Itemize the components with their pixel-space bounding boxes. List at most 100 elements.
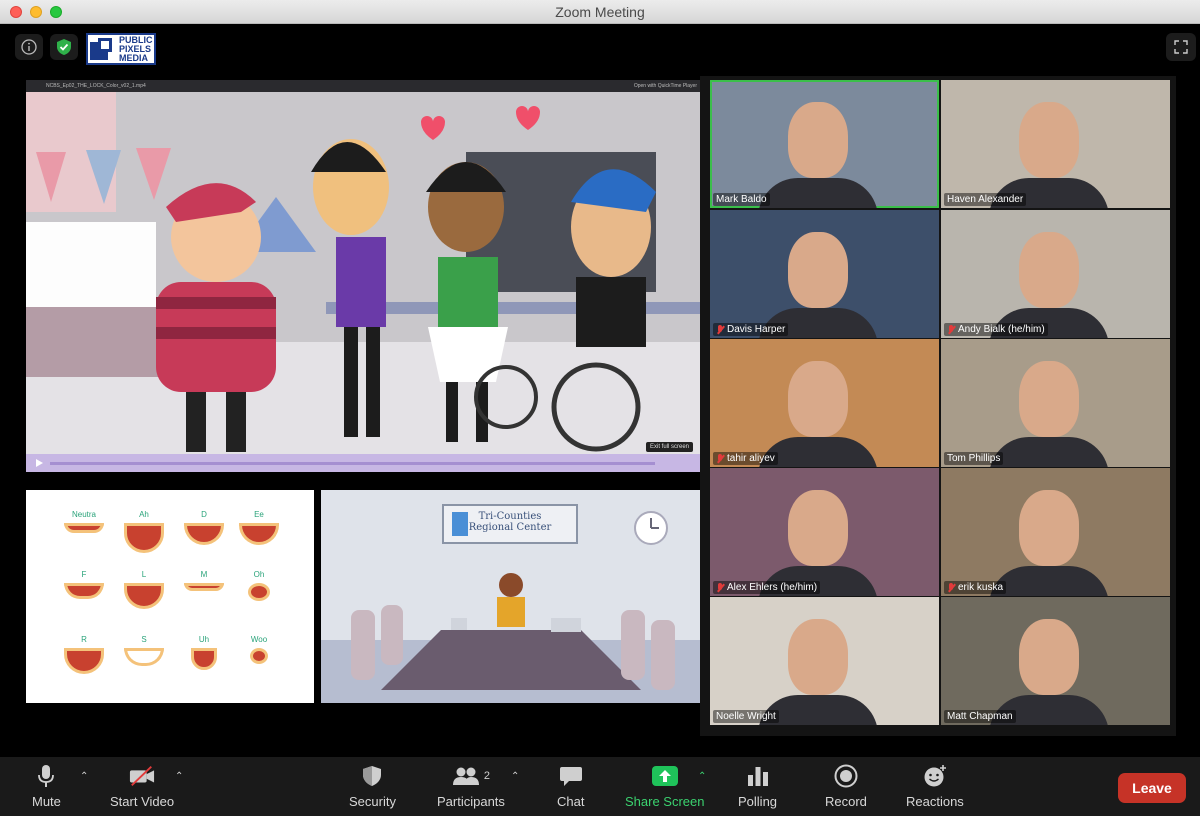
participant-video-face (1019, 102, 1079, 178)
participants-button[interactable]: 2 Participants (437, 763, 505, 809)
video-off-icon (129, 763, 155, 789)
mute-options-caret-icon[interactable]: ⌃ (80, 771, 88, 782)
mouth-uh: Uh (176, 635, 232, 670)
participant-tile[interactable]: tahir aliyev (710, 339, 939, 467)
participant-tile[interactable]: Tom Phillips (941, 339, 1170, 467)
company-logo: PUBLIC PIXELS MEDIA (86, 33, 156, 65)
record-icon (833, 763, 859, 789)
participant-video-face (1019, 232, 1079, 308)
security-button[interactable]: Security (349, 763, 396, 809)
participant-video-body (989, 566, 1109, 596)
participant-name-label: Tom Phillips (944, 452, 1004, 465)
participant-tile[interactable]: Davis Harper (710, 210, 939, 338)
participant-video-face (788, 361, 848, 437)
mouth-woo: Woo (231, 635, 287, 664)
participant-name-label: Alex Ehlers (he/him) (713, 581, 821, 594)
participant-name-label: erik kuska (944, 581, 1007, 594)
chat-bubble-icon (558, 763, 584, 789)
mouth-ah: Ah (116, 510, 172, 553)
muted-microphone-icon (716, 582, 724, 593)
participant-name-label: Andy Bialk (he/him) (944, 323, 1048, 336)
participant-name-label: Noelle Wright (713, 710, 779, 723)
start-video-button[interactable]: Start Video (110, 763, 174, 809)
participant-tile[interactable]: Mark Baldo (710, 80, 939, 208)
boardroom-scene: Tri-Counties Regional Center (321, 490, 700, 703)
participant-name-label: Matt Chapman (944, 710, 1016, 723)
participant-tile[interactable]: erik kuska (941, 468, 1170, 596)
shared-video-player[interactable]: NCBS_Ep02_THE_LOCK_Color_v02_1.mp4 Open … (26, 80, 701, 472)
chat-button[interactable]: Chat (557, 763, 584, 809)
muted-microphone-icon (947, 582, 955, 593)
participant-video-body (989, 437, 1109, 467)
mouth-m: M (176, 570, 232, 591)
mouth-oh: Oh (231, 570, 287, 601)
logo-mark-icon (90, 36, 116, 62)
participant-video-face (1019, 490, 1079, 566)
participants-count-badge: 2 (483, 770, 491, 782)
participant-video-body (758, 178, 878, 208)
participants-options-caret-icon[interactable]: ⌃ (511, 771, 519, 782)
share-screen-arrow-icon (651, 763, 678, 789)
record-button[interactable]: Record (825, 763, 867, 809)
participant-name: erik kuska (958, 582, 1004, 593)
participant-gallery: Mark Baldo Haven Alexander Davis Harper And… (700, 76, 1176, 736)
meeting-toolbar: Mute ⌃ Start Video ⌃ Security 2 Particip… (0, 757, 1200, 816)
participant-name: Andy Bialk (he/him) (958, 324, 1045, 335)
mouth-r: R (56, 635, 112, 674)
participant-video-face (788, 102, 848, 178)
open-with-quicktime-link[interactable]: Open with QuickTime Player (634, 83, 697, 89)
mute-button[interactable]: Mute (32, 763, 61, 809)
participant-name-label: Haven Alexander (944, 193, 1027, 206)
participant-tile[interactable]: Noelle Wright (710, 597, 939, 725)
mouth-l: L (116, 570, 172, 609)
polling-button[interactable]: Polling (738, 763, 777, 809)
participant-tile[interactable]: Alex Ehlers (he/him) (710, 468, 939, 596)
reactions-smiley-icon (922, 763, 948, 789)
meeting-info-icon[interactable] (15, 34, 43, 60)
mouth-f: F (56, 570, 112, 599)
mouth-neutra: Neutra (56, 510, 112, 533)
participant-name: Mark Baldo (716, 194, 767, 205)
participant-name: Tom Phillips (947, 453, 1001, 464)
boardroom-illustration (321, 511, 700, 703)
participant-video-face (788, 490, 848, 566)
fullscreen-toggle-icon[interactable] (1166, 33, 1196, 61)
leave-meeting-button[interactable]: Leave (1118, 773, 1186, 803)
participant-tile[interactable]: Andy Bialk (he/him) (941, 210, 1170, 338)
muted-microphone-icon (947, 324, 955, 335)
cartoon-scene-image (26, 92, 701, 454)
mouth-s: S (116, 635, 172, 666)
mouth-shapes-chart: Neutra Ah D Ee F L M Oh R S Uh Woo (26, 490, 314, 703)
participant-video-face (788, 232, 848, 308)
video-options-caret-icon[interactable]: ⌃ (175, 771, 183, 782)
window-titlebar: Zoom Meeting (0, 0, 1200, 24)
mouth-d: D (176, 510, 232, 545)
participant-tile[interactable]: Matt Chapman (941, 597, 1170, 725)
video-filename: NCBS_Ep02_THE_LOCK_Color_v02_1.mp4 (46, 83, 146, 89)
participant-name-label: Davis Harper (713, 323, 789, 336)
participant-name: Haven Alexander (947, 194, 1024, 205)
video-scrubber[interactable] (26, 454, 701, 472)
participant-tile[interactable]: Haven Alexander (941, 80, 1170, 208)
play-icon[interactable] (34, 458, 44, 468)
exit-full-screen-button[interactable]: Exit full screen (645, 442, 693, 452)
reactions-button[interactable]: Reactions (906, 763, 964, 809)
participant-name: Matt Chapman (947, 711, 1013, 722)
encryption-shield-icon[interactable] (50, 34, 78, 60)
scrubber-track[interactable] (50, 462, 655, 465)
participant-name: Davis Harper (727, 324, 786, 335)
participant-name-label: tahir aliyev (713, 452, 778, 465)
muted-microphone-icon (716, 324, 724, 335)
muted-microphone-icon (716, 453, 724, 464)
participant-name: Noelle Wright (716, 711, 776, 722)
security-shield-icon (359, 763, 385, 789)
polling-bar-chart-icon (745, 763, 771, 789)
participant-video-face (1019, 361, 1079, 437)
participant-name-label: Mark Baldo (713, 193, 770, 206)
participants-icon (452, 767, 479, 785)
share-screen-button[interactable]: Share Screen (625, 763, 705, 809)
participant-video-face (1019, 619, 1079, 695)
participant-name: Alex Ehlers (he/him) (727, 582, 818, 593)
logo-line-3: MEDIA (119, 52, 148, 63)
share-options-caret-icon[interactable]: ⌃ (698, 771, 706, 782)
